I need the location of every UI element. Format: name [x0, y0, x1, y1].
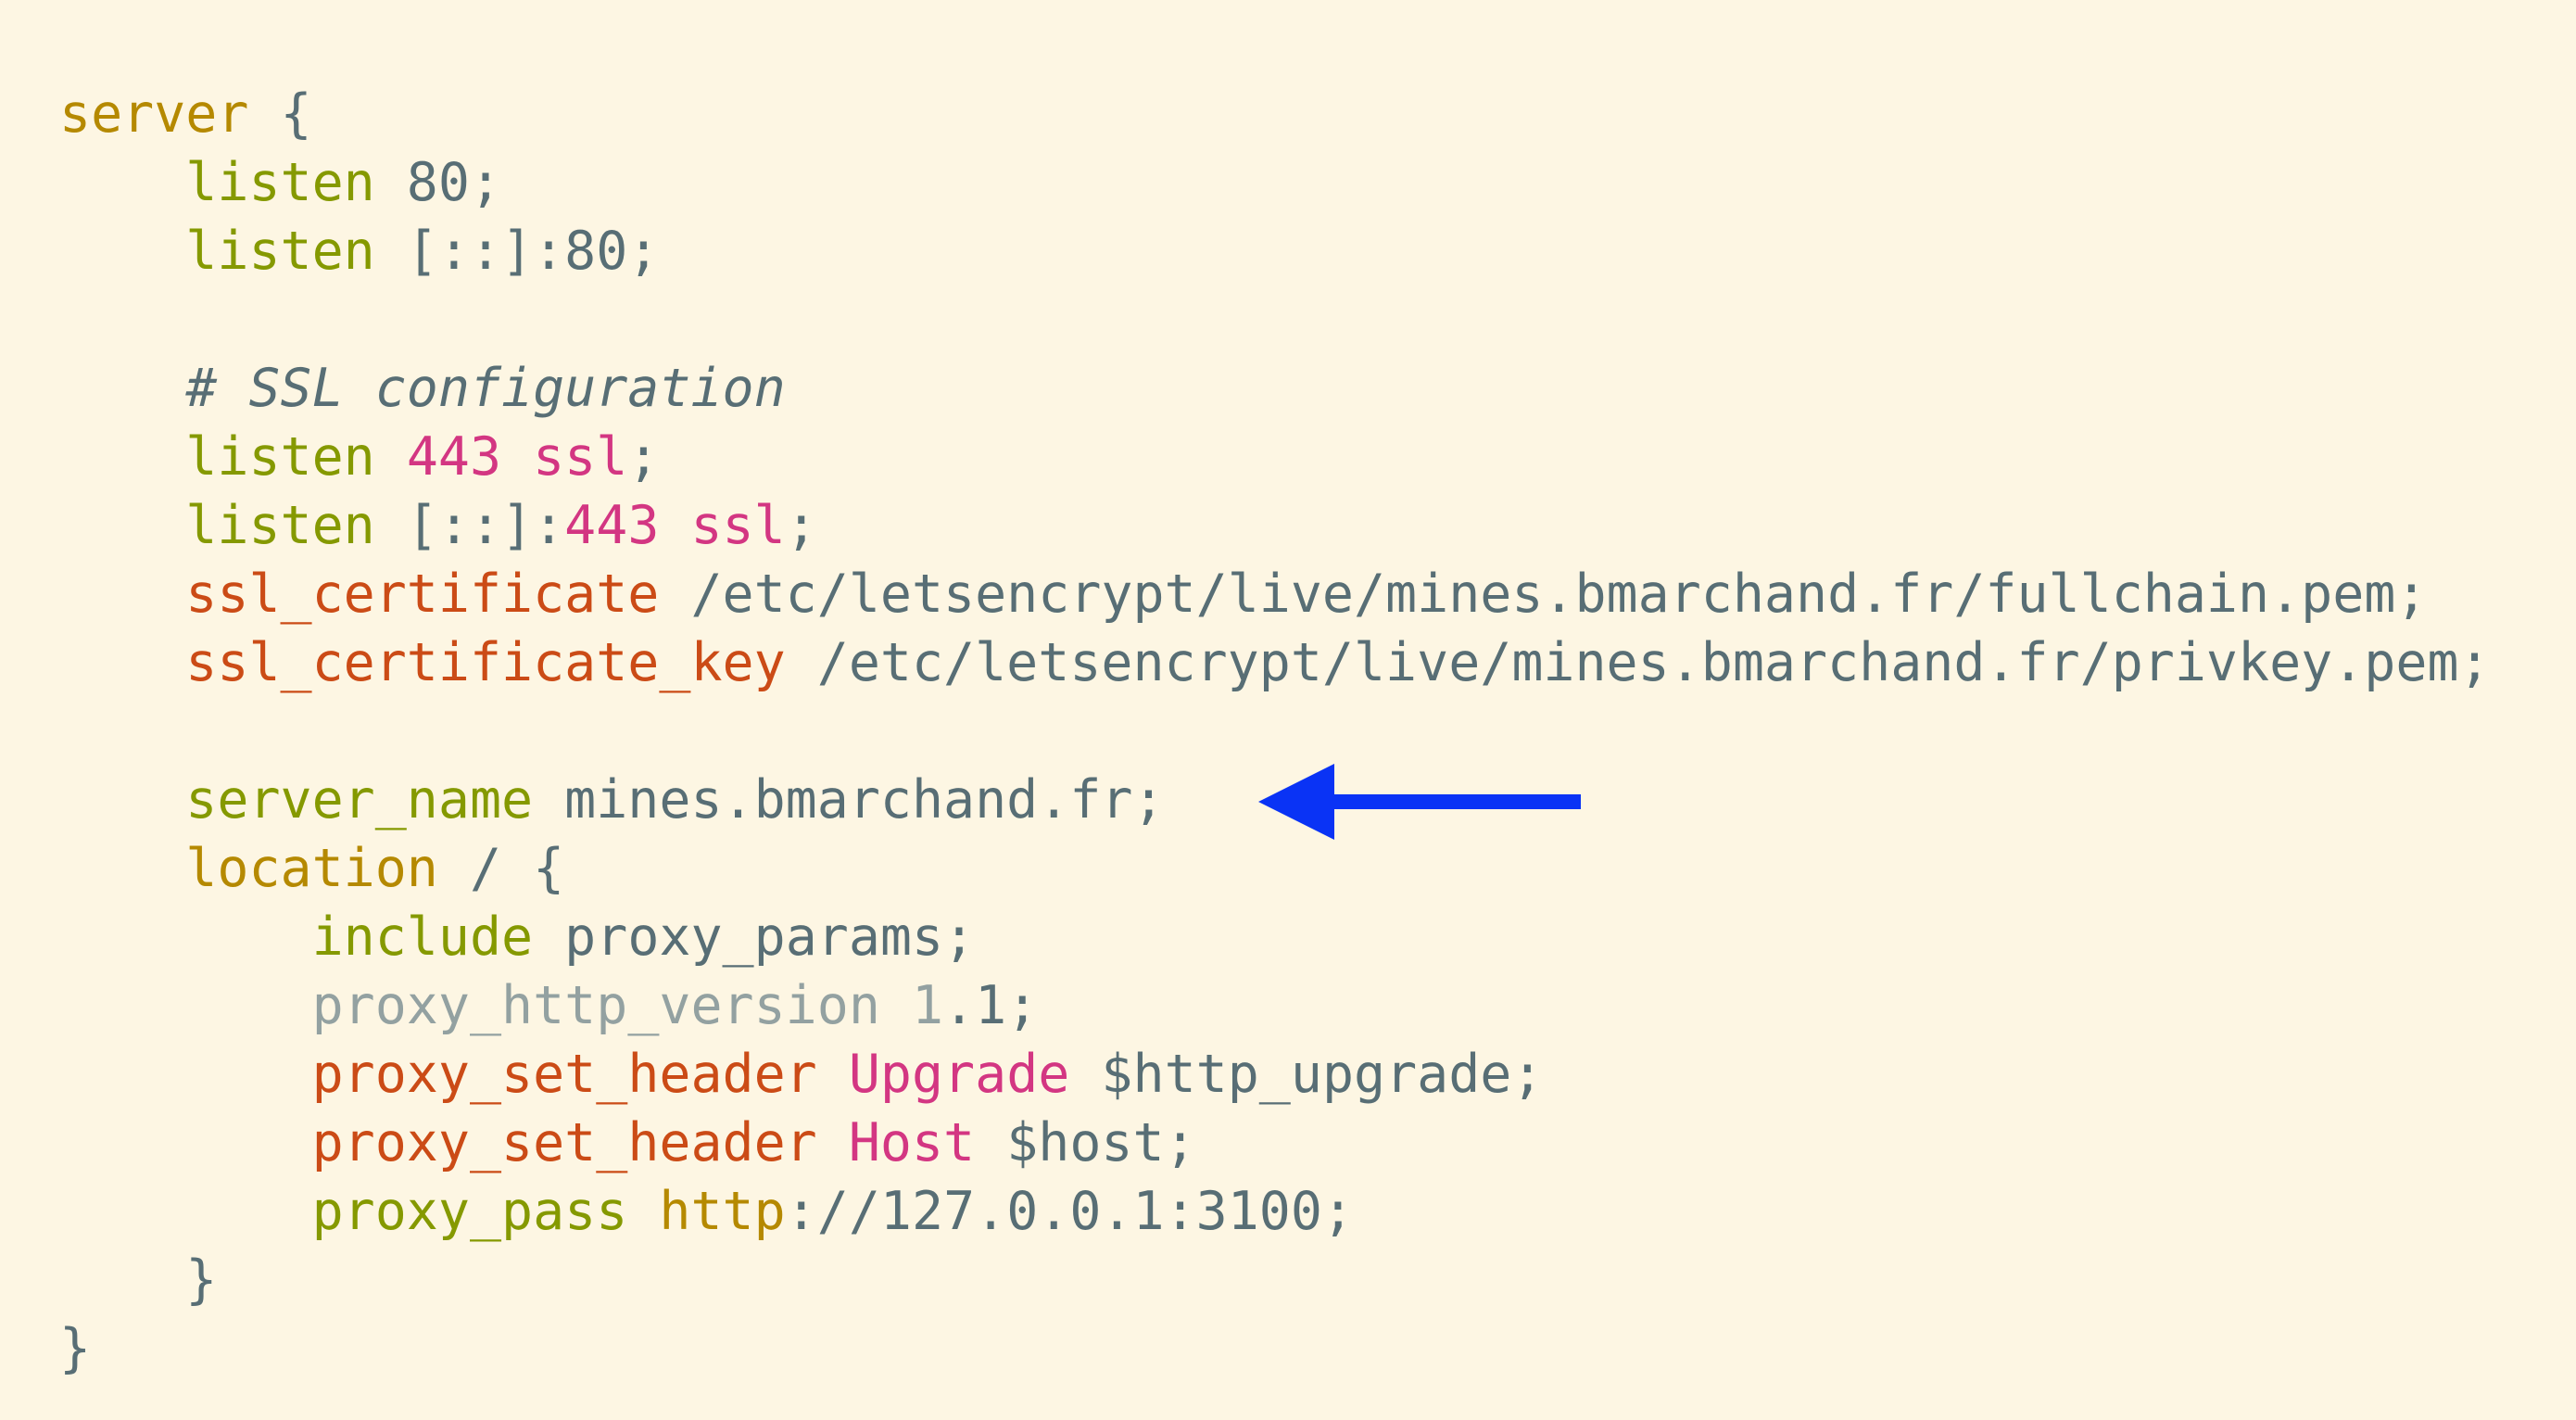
code-line: # SSL configuration — [59, 354, 2491, 423]
code-line: ssl_certificate /etc/letsencrypt/live/mi… — [59, 560, 2491, 628]
code-line: proxy_set_header Upgrade $http_upgrade; — [59, 1040, 2491, 1109]
code-token: ssl_certificate — [185, 564, 660, 625]
code-token: Host — [848, 1112, 976, 1173]
code-token: listen — [185, 426, 375, 488]
code-line: ssl_certificate_key /etc/letsencrypt/liv… — [59, 628, 2491, 697]
code-token: / { — [437, 838, 565, 899]
arrow-left-icon — [1258, 764, 1581, 840]
code-token: include — [311, 907, 534, 968]
code-line: proxy_http_version 1.1; — [59, 971, 2491, 1040]
code-token: [::]:80; — [374, 221, 660, 282]
code-line: server { — [59, 80, 2491, 148]
code-token: /etc/letsencrypt/live/mines.bmarchand.fr… — [659, 564, 2428, 625]
code-token: mines.bmarchand.fr; — [533, 769, 1165, 830]
code-token: [::]: — [374, 495, 565, 556]
code-token: 80; — [374, 152, 502, 213]
code-token: ssl_certificate_key — [185, 632, 786, 693]
code-token: $http_upgrade; — [1069, 1044, 1544, 1105]
code-token: listen — [185, 221, 375, 282]
code-token: proxy_params; — [533, 907, 976, 968]
code-line: } — [59, 1246, 2491, 1314]
code-token: server — [59, 83, 249, 145]
code-token: listen — [185, 495, 375, 556]
code-line: listen [::]:443 ssl; — [59, 491, 2491, 560]
code-line: listen 443 ssl; — [59, 423, 2491, 491]
code-block: server { listen 80; listen [::]:80; # SS… — [59, 80, 2491, 1383]
code-token: http — [659, 1181, 786, 1242]
code-line: include proxy_params; — [59, 903, 2491, 971]
code-token: { — [248, 83, 312, 145]
code-panel: server { listen 80; listen [::]:80; # SS… — [0, 0, 2576, 1420]
code-token: ://127.0.0.1:3100; — [785, 1181, 1355, 1242]
code-token: 443 ssl — [406, 426, 628, 488]
arrow-head — [1258, 764, 1334, 840]
code-token: listen — [185, 152, 375, 213]
code-token: } — [59, 1318, 92, 1379]
code-token: /etc/letsencrypt/live/mines.bmarchand.fr… — [785, 632, 2491, 693]
code-token: ; — [785, 495, 817, 556]
code-line: proxy_pass http://127.0.0.1:3100; — [59, 1177, 2491, 1246]
code-line: listen 80; — [59, 148, 2491, 217]
code-token: proxy_set_header — [311, 1112, 817, 1173]
code-token: 443 ssl — [564, 495, 786, 556]
code-token: $host; — [975, 1112, 1196, 1173]
arrow-shaft — [1325, 794, 1581, 809]
code-line: proxy_set_header Host $host; — [59, 1109, 2491, 1177]
code-line: } — [59, 1314, 2491, 1383]
code-token: server_name — [185, 769, 534, 830]
code-token: .1; — [943, 975, 1039, 1036]
code-line: listen [::]:80; — [59, 217, 2491, 285]
code-token: # SSL configuration — [185, 358, 786, 419]
code-token: location — [185, 838, 438, 899]
code-token: Upgrade — [848, 1044, 1070, 1105]
code-token: proxy_pass — [311, 1181, 628, 1242]
code-token: } — [59, 1249, 218, 1311]
code-line: location / { — [59, 834, 2491, 903]
code-token: proxy_set_header — [311, 1044, 817, 1105]
code-token: ; — [627, 426, 660, 488]
code-token: proxy_http_version 1 — [311, 975, 944, 1036]
